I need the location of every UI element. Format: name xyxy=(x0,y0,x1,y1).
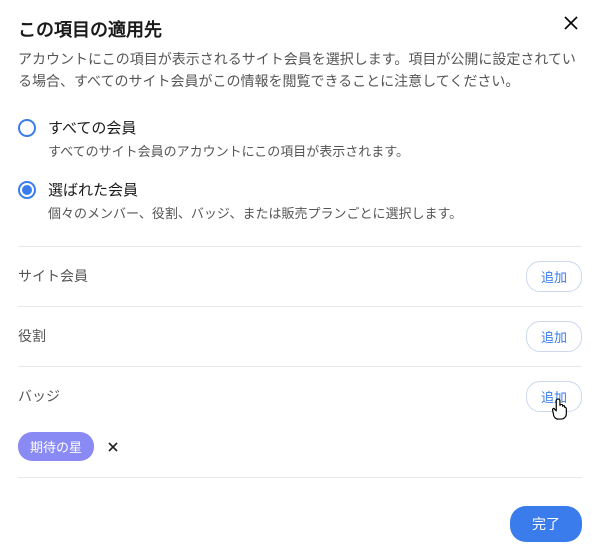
close-icon xyxy=(108,439,118,455)
close-icon xyxy=(563,15,579,36)
modal-description: アカウントにこの項目が表示されるサイト会員を選択します。項目が公開に設定されてい… xyxy=(18,48,582,93)
section-label: バッジ xyxy=(18,386,60,406)
close-button[interactable] xyxy=(560,14,582,36)
radio-option-selected-members[interactable]: 選ばれた会員 個々のメンバー、役割、バッジ、または販売プランごとに選択します。 xyxy=(18,175,582,238)
badge-chip: 期待の星 xyxy=(18,432,94,461)
radio-label: すべての会員 xyxy=(48,117,582,138)
radio-description: すべてのサイト会員のアカウントにこの項目が表示されます。 xyxy=(48,142,582,162)
radio-icon xyxy=(18,119,36,137)
section-badges: バッジ 追加 xyxy=(18,367,582,426)
radio-label: 選ばれた会員 xyxy=(48,179,582,200)
audience-radio-group: すべての会員 すべてのサイト会員のアカウントにこの項目が表示されます。 選ばれた… xyxy=(18,113,582,238)
add-badges-button[interactable]: 追加 xyxy=(526,381,582,412)
add-site-members-button[interactable]: 追加 xyxy=(526,261,582,292)
radio-option-all-members[interactable]: すべての会員 すべてのサイト会員のアカウントにこの項目が表示されます。 xyxy=(18,113,582,176)
radio-icon-selected xyxy=(18,181,36,199)
section-label: サイト会員 xyxy=(18,266,88,286)
section-label: 役割 xyxy=(18,326,46,346)
badge-chip-label: 期待の星 xyxy=(30,437,82,456)
radio-description: 個々のメンバー、役割、バッジ、または販売プランごとに選択します。 xyxy=(48,204,582,224)
add-roles-button[interactable]: 追加 xyxy=(526,321,582,352)
section-site-members: サイト会員 追加 xyxy=(18,246,582,307)
badge-chips-area: 期待の星 xyxy=(18,426,582,478)
badge-remove-button[interactable] xyxy=(108,439,118,455)
modal-title: この項目の適用先 xyxy=(18,16,582,42)
done-button[interactable]: 完了 xyxy=(510,506,582,542)
section-roles: 役割 追加 xyxy=(18,307,582,367)
